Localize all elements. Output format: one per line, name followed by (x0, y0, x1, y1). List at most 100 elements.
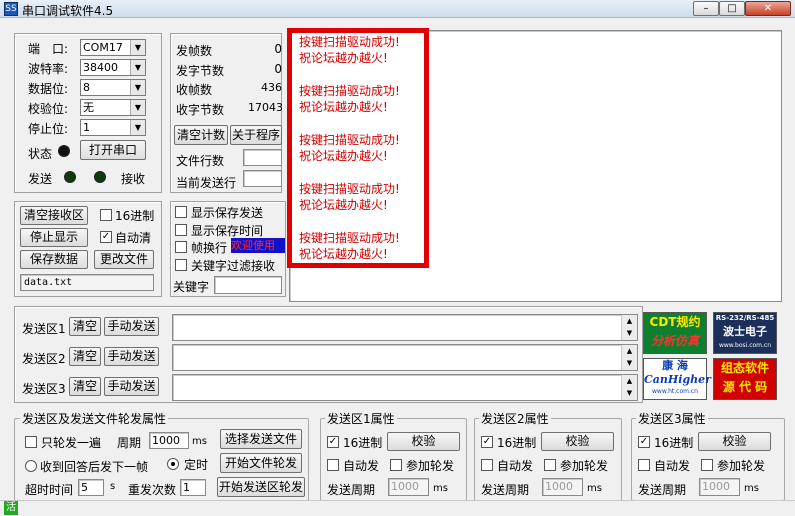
area1-join-poll-checkbox[interactable] (390, 459, 402, 471)
area1-period-label: 发送周期 (327, 483, 376, 497)
scada-logo[interactable]: 组态软件 源 代 码 (713, 358, 777, 400)
clear-receive-button[interactable]: 清空接收区 (20, 206, 88, 225)
send-area-2-scrollbar[interactable]: ▲ ▼ (621, 345, 637, 370)
area3-checksum-button[interactable]: 校验 (698, 432, 771, 451)
select-send-file-button[interactable]: 选择发送文件 (220, 429, 302, 449)
send-area-1-scrollbar[interactable]: ▲ ▼ (621, 315, 637, 340)
area3-auto-send-checkbox[interactable] (638, 459, 650, 471)
send-area-1-manual-button[interactable]: 手动发送 (104, 317, 159, 336)
area2-hex-label: 16进制 (497, 436, 537, 450)
open-port-button[interactable]: 打开串口 (80, 140, 146, 160)
sent-bytes-value: 0 (274, 62, 282, 76)
parity-select[interactable]: 无 ▼ (80, 99, 146, 116)
area2-checksum-button[interactable]: 校验 (541, 432, 614, 451)
area2-period-label: 发送周期 (481, 483, 530, 497)
area2-auto-send-checkbox[interactable] (481, 459, 493, 471)
timeout-input[interactable]: 5 (78, 479, 104, 496)
show-save-time-checkbox[interactable] (175, 224, 187, 236)
title-bar (0, 0, 795, 18)
area1-hex-label: 16进制 (343, 436, 383, 450)
port-select[interactable]: COM17 ▼ (80, 39, 146, 56)
cdt-logo[interactable]: CDT规约 分析仿真 (643, 312, 707, 354)
area3-period-input[interactable]: 1000 (699, 478, 740, 496)
save-data-button[interactable]: 保存数据 (20, 250, 88, 269)
area2-join-poll-checkbox[interactable] (544, 459, 556, 471)
timeout-unit: s (110, 481, 116, 492)
port-value: COM17 (83, 41, 123, 54)
app-icon: SS (4, 2, 18, 16)
area3-hex-checkbox[interactable]: ✓ (638, 436, 650, 448)
save-file-name: data.txt (20, 274, 154, 291)
receive-line: 按键扫描驱动成功! (299, 133, 400, 147)
area2-period-unit: ms (587, 483, 602, 494)
only-once-label: 只轮发一遍 (41, 436, 102, 450)
scada-logo-line1: 组态软件 (720, 361, 769, 375)
retry-input[interactable]: 1 (180, 479, 206, 496)
area3-period-unit: ms (744, 483, 759, 494)
send-area-2-manual-button[interactable]: 手动发送 (104, 347, 159, 366)
welcome-tag: 欢迎使用 (231, 238, 285, 253)
baud-select[interactable]: 38400 ▼ (80, 59, 146, 76)
bosi-logo[interactable]: RS-232/RS-485 波士电子 www.bosi.com.cn (713, 312, 777, 354)
canhigher-logo[interactable]: 康 海 CanHigher www.ht.com.cn (643, 358, 711, 400)
keyword-input[interactable] (214, 276, 282, 294)
current-line-label: 当前发送行 (176, 176, 237, 190)
stop-bits-select[interactable]: 1 ▼ (80, 119, 146, 136)
canhigher-logo-line1: 康 海 (662, 359, 688, 372)
bosi-logo-top: RS-232/RS-485 (715, 314, 775, 322)
minimize-button[interactable]: – (693, 1, 719, 16)
data-bits-select[interactable]: 8 ▼ (80, 79, 146, 96)
keyword-filter-checkbox[interactable] (175, 259, 187, 271)
area1-hex-checkbox[interactable]: ✓ (327, 436, 339, 448)
area1-checksum-button[interactable]: 校验 (387, 432, 460, 451)
start-file-poll-button[interactable]: 开始文件轮发 (220, 453, 302, 473)
send-area-3-scrollbar[interactable]: ▲ ▼ (621, 375, 637, 400)
status-icon: 活 (4, 501, 18, 515)
start-area-poll-button[interactable]: 开始发送区轮发 (217, 477, 305, 497)
send-area-2-clear-button[interactable]: 清空 (69, 347, 101, 366)
frame-newline-label: 帧换行 (191, 241, 228, 255)
close-button[interactable]: ✕ (745, 1, 791, 16)
send-area-3-input[interactable] (172, 374, 638, 401)
period-input[interactable]: 1000 (149, 432, 189, 449)
only-once-checkbox[interactable] (25, 436, 37, 448)
parity-label: 校验位: (28, 102, 69, 116)
timed-radio[interactable] (167, 458, 179, 470)
frame-newline-checkbox[interactable] (175, 241, 187, 253)
area1-period-input[interactable]: 1000 (388, 478, 429, 496)
hex-display-label: 16进制 (115, 209, 155, 223)
change-file-button[interactable]: 更改文件 (94, 250, 154, 269)
send-area-1-clear-button[interactable]: 清空 (69, 317, 101, 336)
bosi-logo-mid: 波士电子 (723, 325, 767, 338)
window-title: 串口调试软件4.5 (22, 4, 114, 18)
area3-hex-label: 16进制 (654, 436, 694, 450)
baud-label: 波特率: (28, 62, 69, 76)
auto-clear-label: 自动清 (115, 231, 152, 245)
bosi-logo-url: www.bosi.com.cn (718, 342, 772, 349)
wait-reply-radio[interactable] (25, 460, 37, 472)
area2-properties-title: 发送区2属性 (479, 410, 551, 427)
hex-display-checkbox[interactable] (100, 209, 112, 221)
auto-clear-checkbox[interactable]: ✓ (100, 231, 112, 243)
stop-display-button[interactable]: 停止显示 (20, 228, 88, 247)
about-button[interactable]: 关于程序 (230, 125, 282, 145)
file-lines-label: 文件行数 (176, 154, 225, 168)
area1-auto-send-checkbox[interactable] (327, 459, 339, 471)
receive-line: 祝论坛越办越火! (299, 51, 388, 65)
maximize-button[interactable]: □ (719, 1, 745, 16)
area3-join-poll-checkbox[interactable] (701, 459, 713, 471)
send-area-2-input[interactable] (172, 344, 638, 371)
send-area-3-manual-button[interactable]: 手动发送 (104, 377, 159, 396)
timed-label: 定时 (184, 458, 209, 472)
scada-logo-line2: 源 代 码 (722, 380, 768, 394)
show-save-send-checkbox[interactable] (175, 206, 187, 218)
clear-count-button[interactable]: 清空计数 (174, 125, 228, 145)
send-area-1-input[interactable] (172, 314, 638, 341)
area2-hex-checkbox[interactable]: ✓ (481, 436, 493, 448)
chevron-down-icon: ▼ (130, 80, 145, 95)
receive-line: 祝论坛越办越火! (299, 198, 388, 212)
area2-period-input[interactable]: 1000 (542, 478, 583, 496)
recv-bytes-value: 17043 (248, 101, 282, 114)
send-area-3-clear-button[interactable]: 清空 (69, 377, 101, 396)
recv-frames-label: 收帧数 (176, 83, 213, 97)
